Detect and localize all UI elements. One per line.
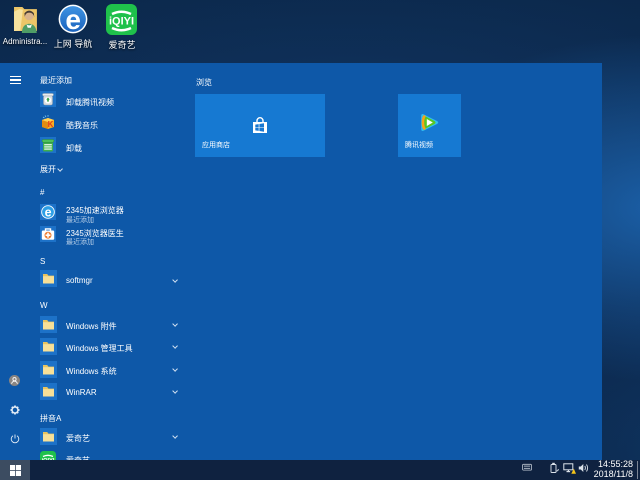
svg-text:e: e bbox=[65, 4, 81, 34]
svg-text:e: e bbox=[45, 205, 52, 219]
svg-text:K: K bbox=[48, 120, 54, 129]
svg-text:iQIYI: iQIYI bbox=[109, 16, 134, 28]
